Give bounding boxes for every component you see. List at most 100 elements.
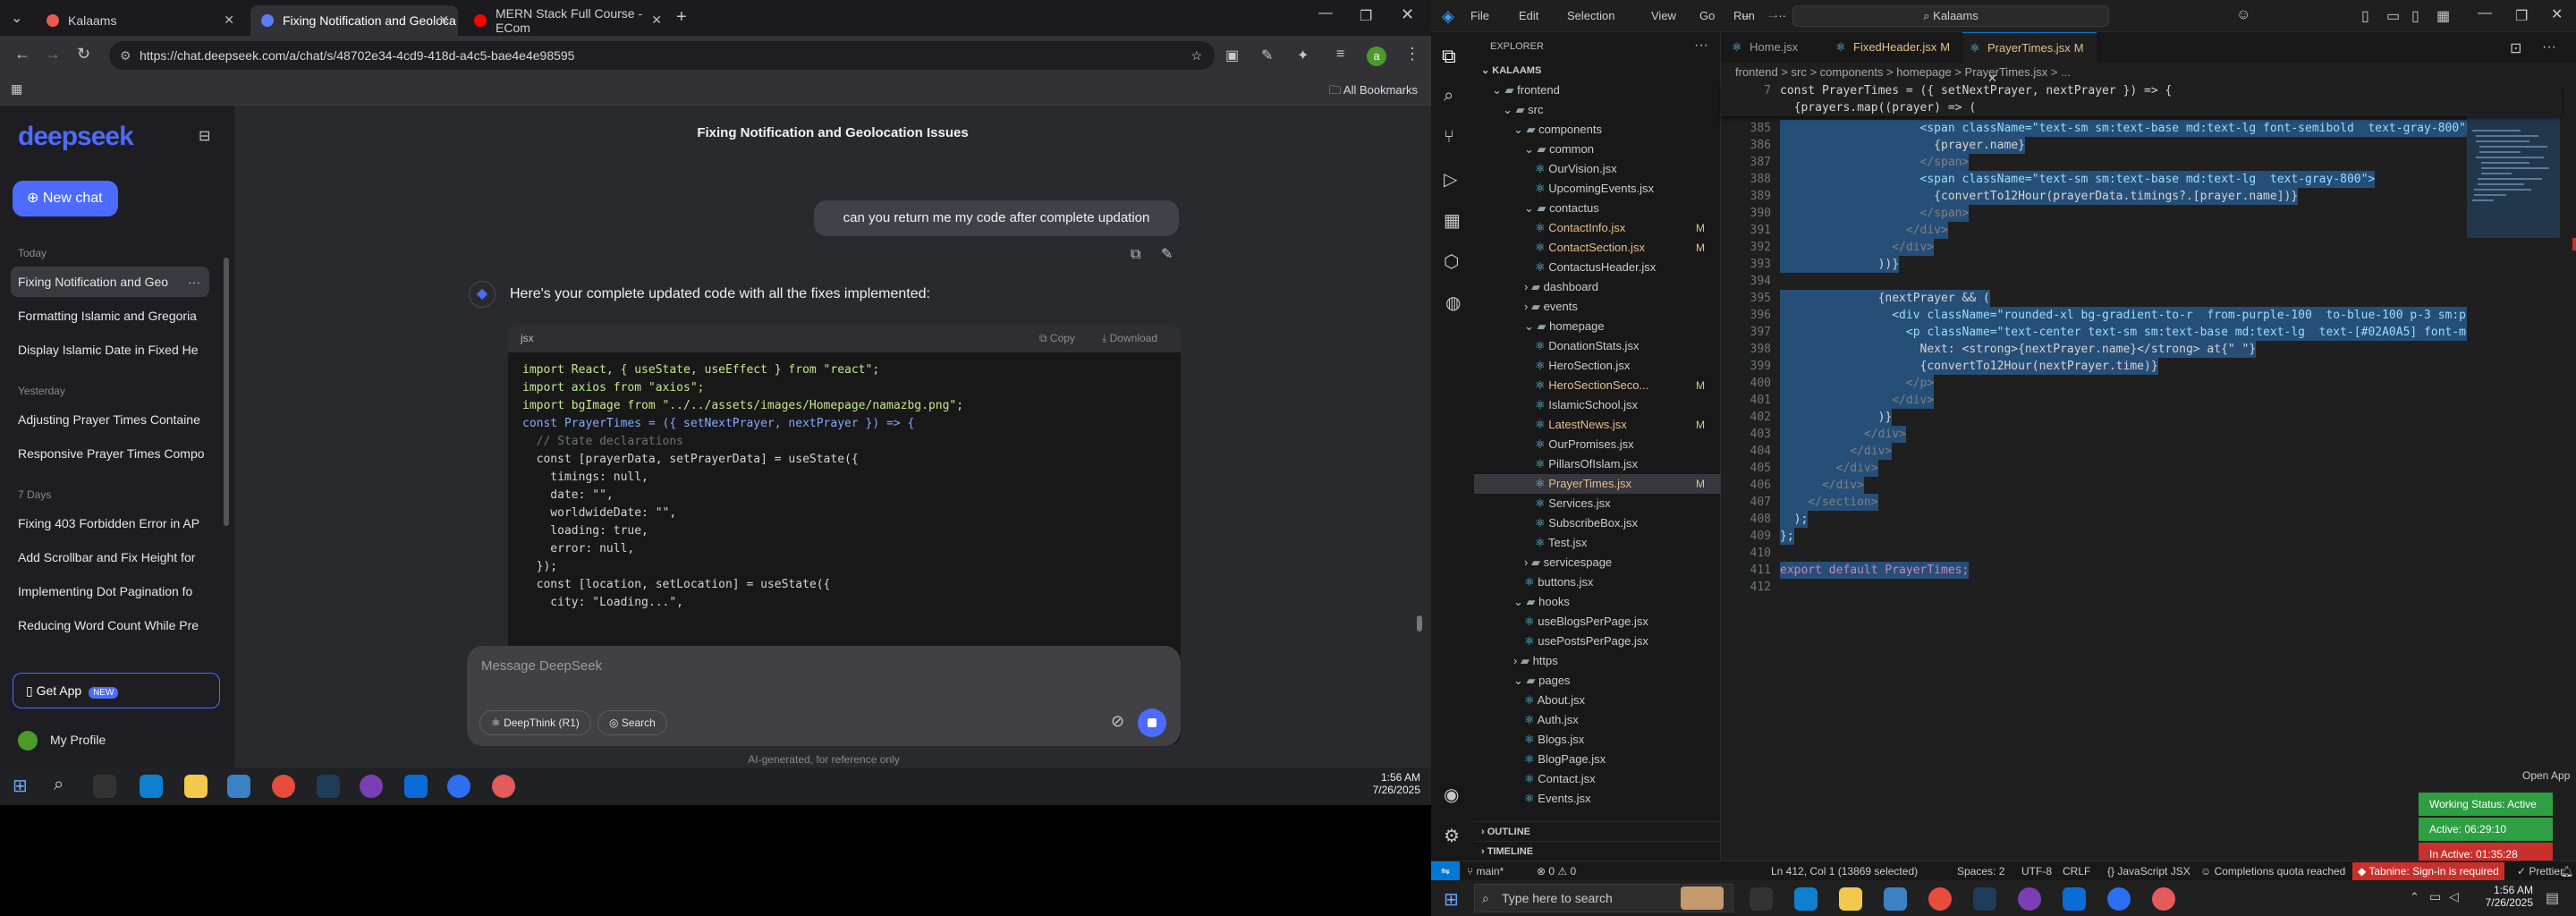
bookmark-star-icon[interactable]: ☆ [1191,41,1202,70]
file-item[interactable]: ⚛ SubscribeBox.jsx [1474,513,1721,533]
file-item[interactable]: ⚛ LatestNews.jsx M [1474,415,1721,435]
pen-extension-icon[interactable]: ✎ [1261,47,1273,64]
notifications-bell-icon[interactable]: 🔔︎ [2560,861,2573,881]
file-item[interactable]: ⚛ buttons.jsx [1474,572,1721,592]
file-item[interactable]: ⚛ Services.jsx [1474,494,1721,513]
file-item[interactable]: ⚛ About.jsx [1474,691,1721,710]
tabnine-status[interactable]: ◆ Tabnine: Sign-in is required [2352,862,2504,880]
get-app-button[interactable]: ▯ Get App NEW [13,673,220,708]
line-ending[interactable]: CRLF [2063,861,2090,881]
vs-maximize-button[interactable]: ❐ [2515,7,2528,25]
encoding[interactable]: UTF-8 [2021,861,2052,881]
github-desktop-icon[interactable] [2018,887,2041,911]
copilot-icon[interactable]: ☺ [2236,7,2250,23]
remote-explorer-icon[interactable]: ⬡ [1444,250,1459,273]
tab-search-icon[interactable]: ⌄ [11,9,22,27]
store-icon[interactable] [1884,887,1907,911]
tray-chevron-icon[interactable]: ⌃ [2410,890,2419,904]
open-app-link[interactable]: Open App [2522,769,2570,782]
file-explorer-icon[interactable] [184,775,208,798]
indentation[interactable]: Spaces: 2 [1957,861,2004,881]
file-item[interactable]: ⚛ useBlogsPerPage.jsx [1474,612,1721,632]
edge-icon[interactable] [140,775,163,798]
extension-icon[interactable]: ▣ [1225,47,1239,64]
more-options-icon[interactable]: ··· [188,267,200,297]
taskbar-search-box[interactable]: ⌕ Type here to search [1474,884,1733,912]
file-item[interactable]: ⚛ Events.jsx [1474,789,1721,809]
edge-icon[interactable] [1794,887,1818,911]
vscode-icon[interactable] [404,775,428,798]
layout-panel-icon[interactable]: ▭ [2386,7,2400,25]
nav-forward-icon[interactable]: → [1766,7,1780,23]
puzzle-extensions-icon[interactable]: ✦ [1297,47,1309,64]
more-menu-icon[interactable]: ⋮ [1404,45,1420,64]
download-code-button[interactable]: ⤓ Download [1102,324,1157,352]
file-item[interactable]: ⚛ UpcomingEvents.jsx [1474,179,1721,199]
language-mode[interactable]: {} JavaScript JSX [2107,861,2190,881]
workspace-root[interactable]: ⌄ KALAAMS [1474,61,1721,81]
folder-item[interactable]: › ▰ servicespage [1474,553,1721,572]
folder-item[interactable]: ⌄ ▰ pages [1474,671,1721,691]
copilot-status[interactable]: ☺ Completions quota reached [2200,861,2345,881]
split-editor-icon[interactable]: ⊡ [2510,39,2521,57]
breadcrumb[interactable]: frontend > src > components > homepage >… [1721,63,2576,82]
back-icon[interactable]: ← [14,45,30,64]
customize-layout-icon[interactable]: ▦ [2436,7,2450,25]
zoom-icon[interactable] [447,775,470,798]
explorer-more-icon[interactable]: ··· [1694,38,1708,54]
folder-item[interactable]: ⌄ ▰ src [1474,100,1721,120]
browser-tab[interactable]: Fixing Notification and Geoloca ✕ [250,5,458,36]
nav-back-icon[interactable]: ← [1739,7,1753,23]
chat-history-item[interactable]: Add Scrollbar and Fix Height for [11,542,209,572]
file-item[interactable]: ⚛ OurVision.jsx [1474,159,1721,179]
notification-center-icon[interactable]: ▤ [2546,889,2559,907]
close-window-button[interactable]: ✕ [1401,5,1414,24]
search-view-icon[interactable]: ⌕ [1444,86,1453,106]
source-control-icon[interactable]: ⑂ [1444,127,1454,148]
more-actions-icon[interactable]: ··· [2542,39,2556,55]
mongodb-icon[interactable]: ◍ [1445,292,1461,314]
menu-item[interactable]: Go [1699,9,1715,22]
chat-history-item[interactable]: Adjusting Prayer Times Containe [11,404,209,435]
menu-item[interactable]: File [1470,9,1489,22]
folder-item[interactable]: ⌄ ▰ common [1474,140,1721,159]
store-icon[interactable] [227,775,250,798]
windows-start-icon[interactable]: ⊞ [13,775,28,797]
profile-avatar[interactable]: a [1367,47,1386,66]
extensions-icon[interactable]: ▦ [1444,209,1461,232]
collapse-sidebar-icon[interactable]: ⊟ [199,127,210,145]
my-profile-link[interactable]: My Profile [18,725,215,755]
file-item[interactable]: ⚛ Test.jsx [1474,533,1721,553]
chat-history-item[interactable]: Responsive Prayer Times Compo [11,438,209,469]
outline-section[interactable]: › OUTLINE [1474,821,1721,841]
command-center-search[interactable]: ⌕ Kalaams [1792,5,2109,27]
code-editor[interactable]: <span className="text-sm sm:text-base md… [1780,120,2515,596]
file-item[interactable]: ⚛ PrayerTimes.jsx M [1474,474,1721,494]
apps-grid-icon[interactable]: ▦ [11,81,22,97]
menu-item[interactable]: View [1651,9,1676,22]
chrome-icon[interactable] [1928,887,1952,911]
chat-history-item[interactable]: Formatting Islamic and Gregoria [11,301,209,331]
accounts-icon[interactable]: ◉ [1444,784,1459,806]
attach-icon[interactable]: ⊘ [1111,712,1124,731]
chat-history-item[interactable]: Implementing Dot Pagination fo [11,576,209,606]
vs-close-button[interactable]: ✕ [2551,5,2563,23]
manage-gear-icon[interactable]: ⚙ [1444,825,1460,847]
folder-item[interactable]: ⌄ ▰ homepage [1474,317,1721,336]
cursor-position[interactable]: Ln 412, Col 1 (13869 selected) [1771,861,1918,881]
forward-icon[interactable]: → [45,45,61,64]
minimap[interactable] [2467,113,2560,363]
close-tab-icon[interactable]: ✕ [438,13,449,28]
sidebar-scrollbar[interactable] [224,258,229,526]
url-field[interactable]: ⚙ https://chat.deepseek.com/a/chat/s/487… [109,41,1215,70]
menu-item[interactable]: Selection [1567,9,1614,22]
task-view-icon[interactable] [1750,887,1773,911]
copy-code-button[interactable]: ⧉ Copy [1039,324,1075,352]
copy-message-icon[interactable]: ⧉ [1131,247,1140,263]
layout-secondary-icon[interactable]: ▯ [2411,7,2419,25]
prettier-status[interactable]: ✓ Prettier [2517,861,2563,881]
zoom-icon[interactable] [2107,887,2131,911]
explorer-icon[interactable]: ⧉ [1442,45,1456,68]
chrome-icon[interactable] [272,775,295,798]
vscode-alt-icon[interactable] [1973,887,1996,911]
